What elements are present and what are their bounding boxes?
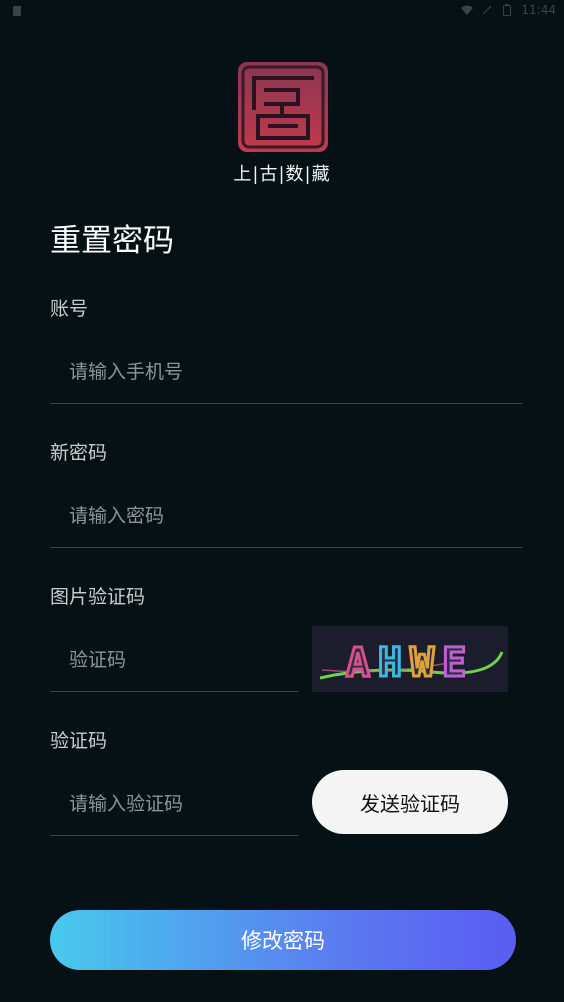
status-time: 11:44 [521,3,556,17]
change-password-button[interactable]: 修改密码 [50,910,516,970]
status-bar: 11:44 [0,0,564,22]
sms-code-label: 验证码 [50,730,108,752]
captcha-letter: W [410,640,442,686]
captcha-letter: H [378,640,410,686]
page-title: 重置密码 [50,223,174,259]
image-captcha-input[interactable] [50,628,298,692]
account-label: 账号 [50,298,89,320]
logo-text: 上|古|数|藏 [233,164,331,185]
battery-icon [503,4,512,16]
captcha-image[interactable]: AHWE [312,626,508,692]
captcha-letter: E [442,640,474,686]
new-password-input[interactable] [50,484,522,548]
status-icons: 11:44 [461,3,556,17]
send-code-button[interactable]: 发送验证码 [312,770,508,834]
no-sim-icon [482,5,492,15]
wifi-icon [461,5,474,15]
captcha-text: AHWE [346,640,474,686]
captcha-letter: A [346,640,378,686]
new-password-label: 新密码 [50,442,108,464]
notification-icon [13,6,21,16]
phone-input[interactable] [50,340,522,404]
sms-code-input[interactable] [50,772,298,836]
image-captcha-label: 图片验证码 [50,586,146,608]
reset-password-screen: 11:44 上|古|数|藏 重置密码 账号 新密码 图片验证码 [0,0,564,1002]
seal-logo-icon [238,62,328,152]
